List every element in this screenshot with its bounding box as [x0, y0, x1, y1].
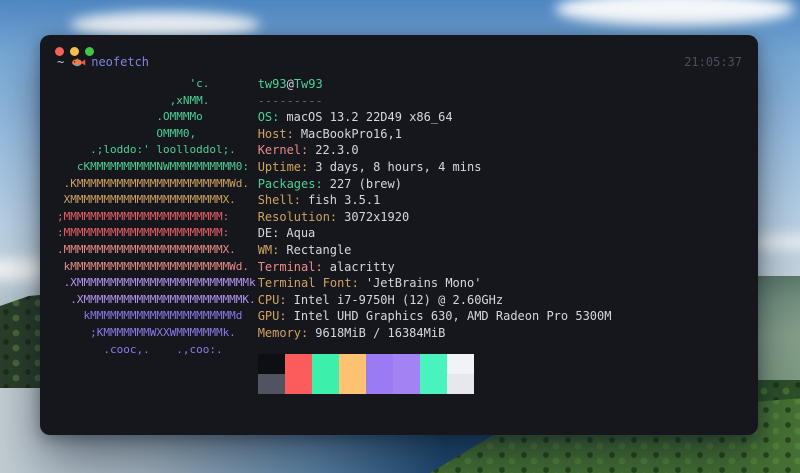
palette-swatch: [446, 353, 474, 374]
ascii-art-line: ;MMMMMMMMMMMMMMMMMMMMMMMM:: [57, 209, 230, 223]
ascii-art-line: cKMMMMMMMMMMNWMMMMMMMMMM0:: [57, 159, 250, 173]
info-label: Terminal:: [257, 259, 323, 274]
ascii-art-line: :MMMMMMMMMMMMMMMMMMMMMMMM:: [57, 226, 230, 240]
info-label: Packages:: [257, 176, 323, 191]
info-row: Memory: 9618MiB / 16384MiB: [258, 325, 744, 342]
info-label: DE:: [257, 226, 280, 241]
info-row: OS: macOS 13.2 22D49 x86_64: [258, 109, 744, 126]
title-host: Tw93: [293, 77, 323, 91]
info-row: Packages: 227 (brew): [258, 176, 744, 193]
info-label: Uptime:: [257, 159, 309, 174]
info-row: Terminal: alacritty: [258, 259, 744, 276]
info-value: 3072x1920: [344, 209, 410, 224]
ascii-art-line: kMMMMMMMMMMMMMMMMMMMMMMd: [57, 309, 243, 323]
desktop-wallpaper: ~ neofetch 21:05:37 'c. ,xNMM. .OMMMMo O…: [0, 0, 800, 473]
command-text: neofetch: [91, 55, 150, 69]
palette-row: [257, 373, 474, 394]
palette-swatch: [311, 373, 339, 394]
info-row: Uptime: 3 days, 8 hours, 4 mins: [258, 159, 744, 176]
ascii-art-line: 'c.: [57, 77, 210, 90]
palette-swatch: [338, 353, 366, 374]
ascii-art-line: OMMM0,: [57, 126, 197, 140]
shell-prompt-line: ~ neofetch 21:05:37: [57, 54, 742, 71]
ascii-art-line: ,xNMM.: [57, 93, 210, 107]
info-value: Rectangle: [286, 242, 352, 257]
palette-swatch: [338, 373, 366, 394]
ascii-art-line: .XMMMMMMMMMMMMMMMMMMMMMMMMMMk: [57, 276, 256, 290]
prompt-cwd: ~: [57, 55, 65, 69]
palette-swatch: [284, 353, 312, 374]
ascii-art-line: .OMMMMo: [57, 110, 203, 124]
info-value: 22.3.0: [315, 143, 359, 158]
ascii-art-line: kMMMMMMMMMMMMMMMMMMMMMMMMWd.: [57, 259, 250, 273]
info-label: Terminal Font:: [257, 276, 359, 291]
info-label: Kernel:: [257, 143, 309, 158]
info-label: Memory:: [257, 325, 309, 340]
info-label: Shell:: [257, 193, 302, 208]
palette-swatch: [365, 373, 393, 394]
info-row: Resolution: 3072x1920: [258, 209, 744, 226]
info-row: DE: Aqua: [258, 225, 744, 242]
info-value: Intel UHD Graphics 630, AMD Radeon Pro 5…: [293, 309, 612, 324]
info-label: OS:: [257, 110, 280, 125]
palette-swatch: [284, 373, 312, 394]
ascii-art-line: .;loddo:' loolloddol;.: [57, 143, 236, 157]
palette-swatch: [446, 373, 474, 394]
ansi-color-palette: [257, 353, 474, 394]
info-row: WM: Rectangle: [258, 242, 744, 259]
neofetch-title: tw93@Tw93: [258, 76, 744, 93]
info-value: 'JetBrains Mono': [365, 276, 482, 291]
fish-icon: [71, 56, 86, 69]
palette-swatch: [419, 373, 447, 394]
info-list: OS: macOS 13.2 22D49 x86_64 Host: MacBookPr…: [258, 109, 744, 341]
info-row: Shell: fish 3.5.1: [258, 192, 744, 209]
palette-row: [257, 353, 474, 374]
ascii-art-line: .MMMMMMMMMMMMMMMMMMMMMMMMX.: [57, 242, 236, 256]
palette-swatch: [392, 353, 420, 374]
palette-swatch: [419, 353, 447, 374]
palette-swatch: [257, 373, 285, 394]
palette-swatch: [365, 353, 393, 374]
title-at: @: [286, 77, 294, 91]
ascii-art-line: .cooc,. .,coo:.: [57, 342, 223, 356]
info-value: alacritty: [329, 259, 395, 274]
ascii-art-line: .XMMMMMMMMMMMMMMMMMMMMMMMMK.: [57, 292, 256, 306]
ascii-apple-logo: 'c. ,xNMM. .OMMMMo OMMM0, .;loddo:' lool…: [57, 76, 256, 358]
title-separator: ---------: [257, 93, 323, 108]
palette-swatch: [392, 373, 420, 394]
info-row: Host: MacBookPro16,1: [258, 126, 744, 143]
info-row: GPU: Intel UHD Graphics 630, AMD Radeon P…: [258, 308, 744, 325]
palette-swatch: [257, 353, 285, 374]
info-label: CPU:: [257, 292, 287, 307]
ascii-art-line: XMMMMMMMMMMMMMMMMMMMMMMMX.: [57, 193, 236, 207]
info-label: GPU:: [257, 309, 287, 324]
info-label: Resolution:: [257, 209, 338, 224]
info-label: WM:: [257, 242, 280, 257]
neofetch-output: 'c. ,xNMM. .OMMMMo OMMM0, .;loddo:' lool…: [57, 76, 744, 398]
info-row: Kernel: 22.3.0: [258, 142, 744, 159]
info-value: Intel i7-9750H (12) @ 2.60GHz: [293, 292, 504, 307]
cloud: [555, 0, 795, 26]
info-label: Host:: [257, 126, 294, 141]
info-value: 227 (brew): [329, 176, 402, 191]
title-user: tw93: [257, 77, 287, 91]
ascii-art-line: ;KMMMMMMMWXXWMMMMMMMk.: [57, 325, 236, 339]
ascii-art-line: .KMMMMMMMMMMMMMMMMMMMMMMMWd.: [57, 176, 250, 190]
palette-swatch: [311, 353, 339, 374]
info-value: macOS 13.2 22D49 x86_64: [286, 110, 453, 125]
clock-text: 21:05:37: [684, 55, 742, 69]
info-row: Terminal Font: 'JetBrains Mono': [258, 275, 744, 292]
info-value: 9618MiB / 16384MiB: [315, 325, 446, 340]
info-row: CPU: Intel i7-9750H (12) @ 2.60GHz: [258, 292, 744, 309]
system-info-column: tw93@Tw93 --------- OS: macOS 13.2 22D49 …: [257, 76, 744, 398]
info-value: Aqua: [286, 226, 316, 241]
info-value: fish 3.5.1: [308, 193, 381, 208]
info-value: MacBookPro16,1: [300, 126, 402, 141]
terminal-window: ~ neofetch 21:05:37 'c. ,xNMM. .OMMMMo O…: [40, 35, 758, 435]
info-value: 3 days, 8 hours, 4 mins: [315, 159, 482, 174]
